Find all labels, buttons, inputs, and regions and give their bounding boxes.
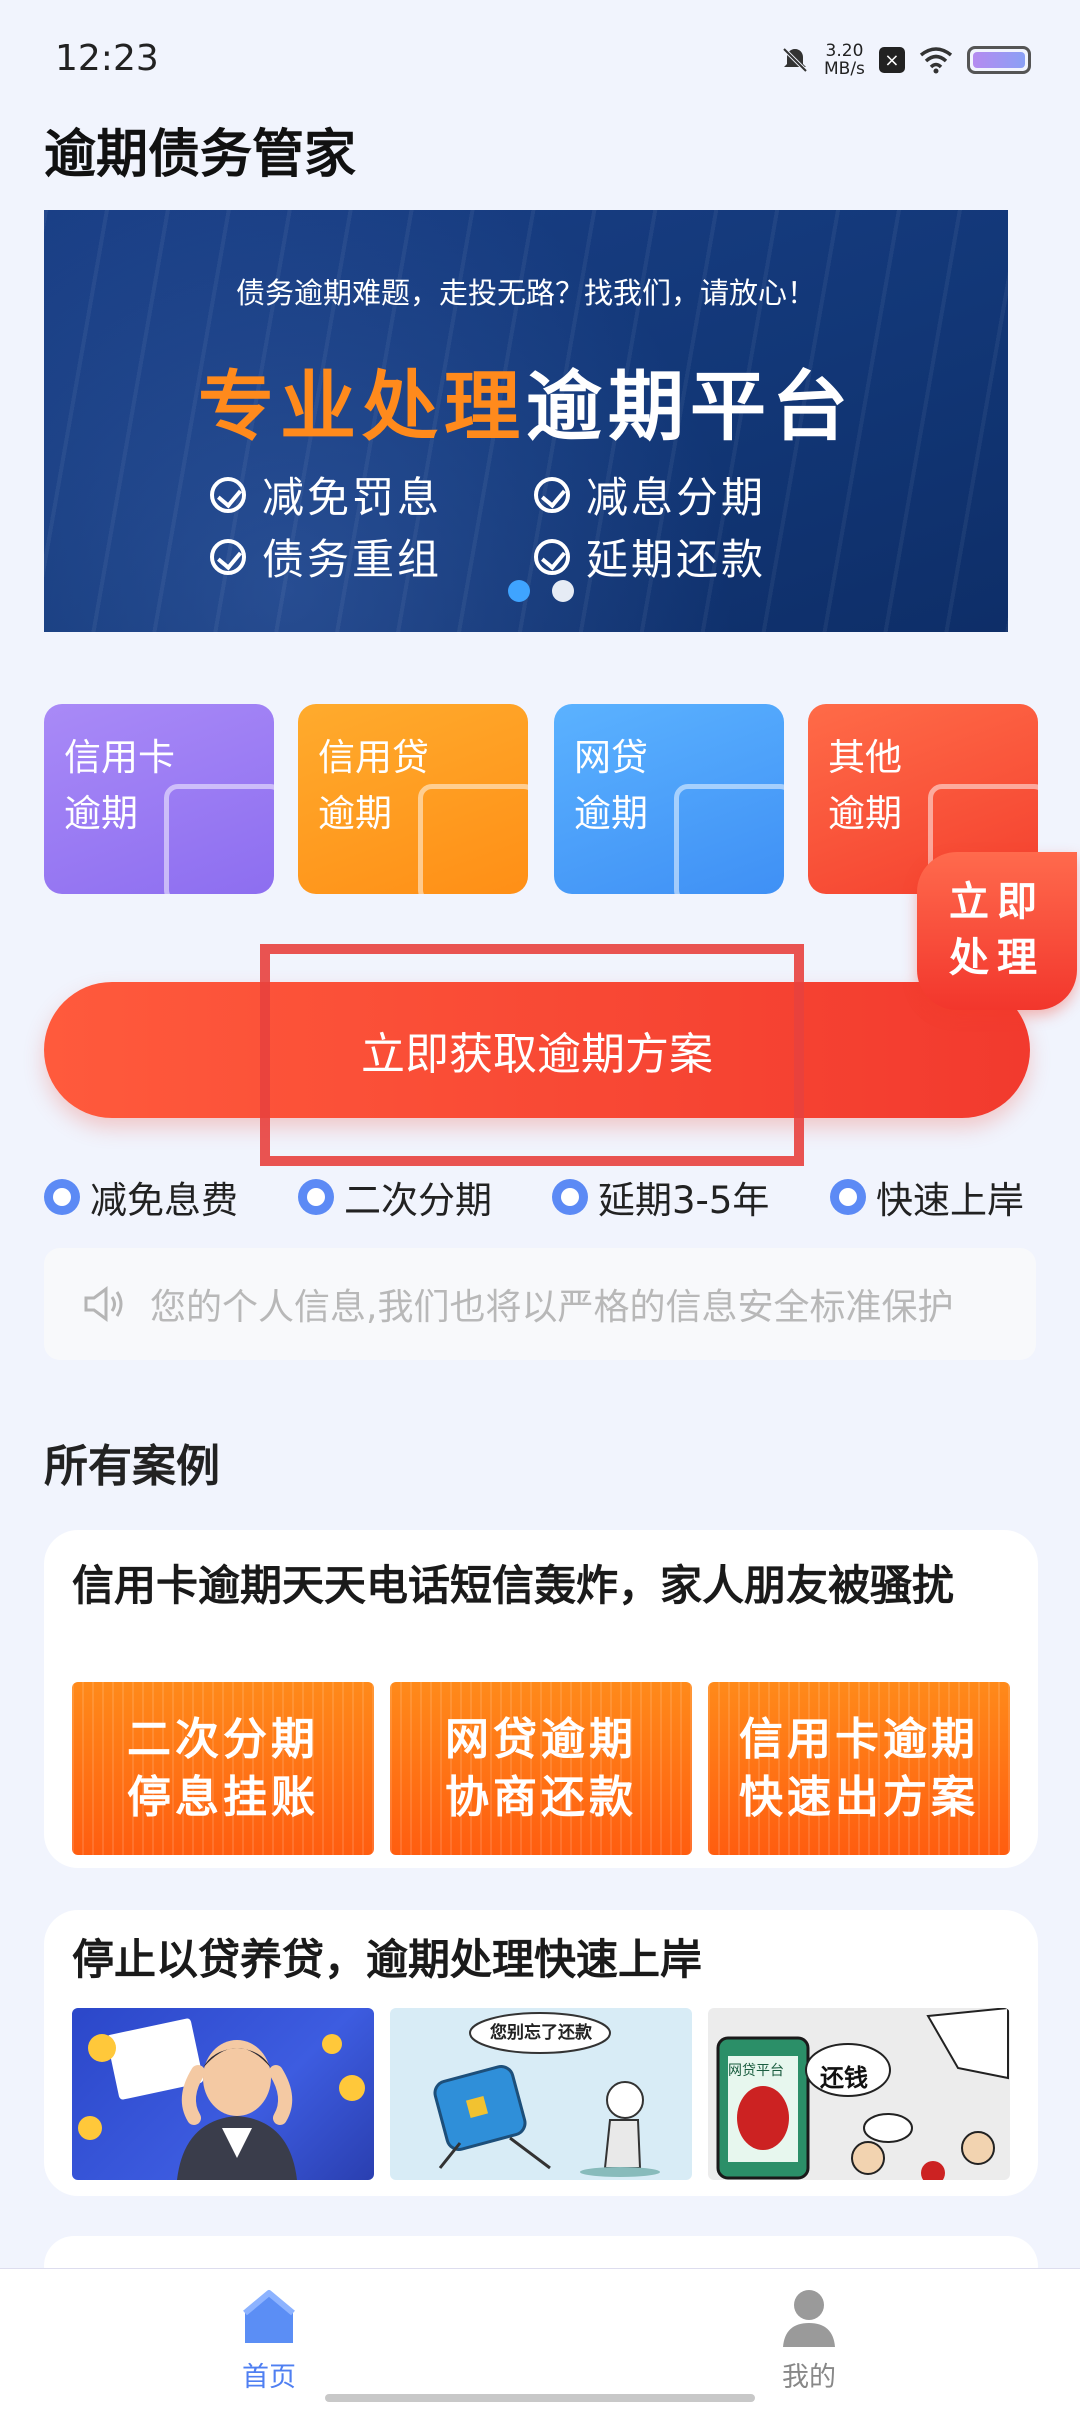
check-circle-icon [210, 476, 246, 513]
radio-dot-icon [830, 1179, 866, 1215]
case-card[interactable]: 信用卡逾期天天电话短信轰炸，家人朋友被骚扰 二次分期 停息挂账 网贷逾期 协商还款 … [44, 1530, 1038, 1868]
folder-icon [674, 784, 784, 894]
status-icons: 3.20 MB/s × [780, 40, 1031, 80]
close-box-icon: × [878, 47, 905, 73]
thumbnail-caption: 您别忘了还款 [490, 2023, 592, 2043]
case-option-button[interactable]: 网贷逾期 协商还款 [390, 1682, 692, 1855]
battery-icon [966, 46, 1031, 74]
case-card[interactable]: 停止以贷养贷，逾期处理快速上岸 您别忘了还款 网贷平台 还钱 [44, 1910, 1038, 2196]
profile-icon [783, 2290, 835, 2347]
banner-feature: 减免罚息 [210, 464, 442, 525]
thumbnail-caption: 还钱 [820, 2064, 868, 2092]
process-now-float-button[interactable]: 立即 处理 [917, 852, 1077, 1010]
stressed-man-illustration [78, 2018, 365, 2180]
radio-dot-icon [44, 1179, 80, 1215]
case-thumbnail-stressed-man[interactable] [72, 2008, 374, 2180]
wallet-icon [418, 784, 528, 894]
nav-home-label: 首页 [242, 2362, 296, 2393]
carousel-dot-active[interactable] [508, 580, 530, 602]
banner-title: 专业处理逾期平台 [198, 362, 854, 451]
radio-dot-icon [552, 1179, 588, 1215]
notice-text: 您的个人信息,我们也将以严格的信息安全标准保护 [150, 1287, 954, 1328]
benefit-tag: 二次分期 [298, 1170, 492, 1224]
privacy-notice: 您的个人信息,我们也将以严格的信息安全标准保护 [44, 1248, 1036, 1360]
nav-home[interactable]: 首页 [169, 2269, 369, 2409]
credit-card-icon [164, 784, 274, 894]
speaker-icon [84, 1286, 123, 1322]
banner-feature: 债务重组 [210, 526, 442, 587]
nav-profile-label: 我的 [782, 2362, 836, 2393]
case-title: 停止以贷养贷，逾期处理快速上岸 [72, 1935, 703, 1984]
benefit-tag: 延期3-5年 [552, 1170, 769, 1224]
nav-profile[interactable]: 我的 [709, 2269, 909, 2409]
benefit-tag: 减免息费 [44, 1170, 238, 1224]
wifi-icon [919, 47, 953, 74]
case-title: 信用卡逾期天天电话短信轰炸，家人朋友被骚扰 [72, 1561, 955, 1610]
highlight-outline [260, 944, 804, 1166]
page-title: 逾期债务管家 [44, 125, 357, 185]
home-icon [243, 2290, 295, 2343]
thumbnail-caption: 网贷平台 [728, 2063, 784, 2079]
radio-dot-icon [298, 1179, 334, 1215]
gesture-handle[interactable] [325, 2394, 755, 2402]
status-time: 12:23 [55, 38, 159, 79]
check-circle-icon [534, 476, 570, 513]
promo-banner[interactable]: 债务逾期难题，走投无路？找我们，请放心！ 专业处理逾期平台 减免罚息 减息分期 … [44, 210, 1008, 632]
case-option-button[interactable]: 信用卡逾期 快速出方案 [708, 1682, 1010, 1855]
category-credit-loan[interactable]: 信用贷 逾期 [298, 704, 528, 894]
category-credit-card[interactable]: 信用卡 逾期 [44, 704, 274, 894]
check-circle-icon [210, 538, 246, 575]
category-online-loan[interactable]: 网贷 逾期 [554, 704, 784, 894]
banner-subtitle: 债务逾期难题，走投无路？找我们，请放心！ [235, 276, 816, 310]
case-option-button[interactable]: 二次分期 停息挂账 [72, 1682, 374, 1855]
section-title: 所有案例 [44, 1441, 220, 1492]
banner-feature: 减息分期 [534, 464, 766, 525]
check-circle-icon [534, 538, 570, 575]
carousel-dot[interactable] [552, 580, 574, 602]
banner-feature: 延期还款 [534, 526, 766, 587]
benefit-tag: 快速上岸 [830, 1170, 1024, 1224]
mute-bell-icon [782, 47, 808, 73]
debt-collection-illustration [716, 2008, 1009, 2180]
case-thumbnail-collection[interactable]: 网贷平台 还钱 [708, 2008, 1010, 2180]
case-thumbnail-reminder[interactable]: 您别忘了还款 [390, 2008, 692, 2180]
network-speed: 3.20 MB/s [824, 41, 865, 79]
bottom-nav: 首页 我的 [0, 2268, 1080, 2409]
